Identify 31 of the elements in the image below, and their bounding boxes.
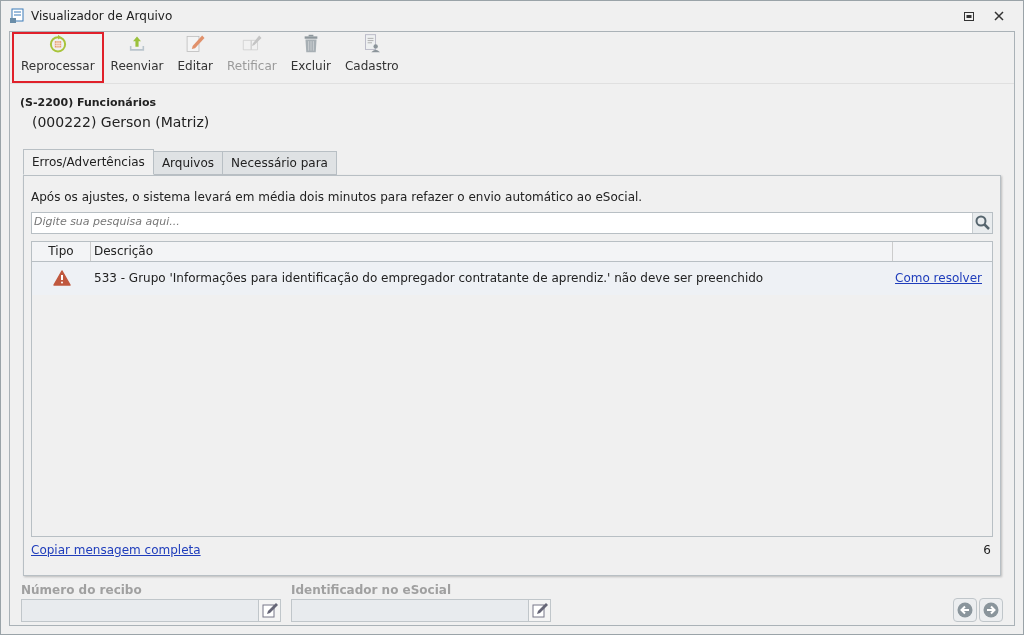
how-to-resolve-link[interactable]: Como resolver — [893, 269, 992, 287]
window-title: Visualizador de Arquivo — [31, 8, 173, 25]
previous-button[interactable] — [953, 597, 977, 622]
table-row[interactable]: 533 - Grupo 'Informações para identificação do empregador contratante de aprendiz.' não deve ser preenchido Como resolver — [32, 261, 992, 295]
edit-icon — [261, 602, 278, 618]
search-button[interactable] — [972, 212, 992, 233]
tab[interactable]: Arquivos — [152, 150, 224, 175]
close-icon — [994, 11, 1004, 21]
copy-message-link[interactable]: Copiar mensagem completa — [31, 540, 201, 559]
app-icon — [9, 8, 25, 24]
tab[interactable]: Erros/Advertências — [23, 148, 154, 175]
restore-icon — [964, 11, 974, 21]
next-button[interactable] — [979, 597, 1003, 622]
toolbar-button[interactable]: Reprocessar — [12, 32, 104, 83]
event-title: (S-2200) Funcionários — [20, 95, 158, 111]
edit-icon — [531, 602, 548, 618]
row-description: 533 - Grupo 'Informações para identificação do empregador contratante de aprendiz.' não deve ser preenchido — [93, 270, 765, 287]
search-icon — [975, 215, 990, 230]
field-label: Número do recibo — [21, 581, 143, 599]
toolbar-button[interactable]: Excluir — [283, 32, 338, 83]
column-header: Descrição — [91, 241, 893, 261]
notice-text: Após os ajustes, o sistema levará em média dois minutos para refazer o envio automático ao eSocial. — [31, 188, 644, 206]
column-header: Tipo — [32, 241, 91, 261]
field-label: Identificador no eSocial — [291, 581, 453, 599]
employee-name: (000222) Gerson (Matriz) — [31, 112, 211, 132]
message-count: 6 — [983, 541, 992, 559]
toolbar-button[interactable]: Reenviar — [103, 32, 171, 83]
toolbar-button[interactable]: Editar — [170, 32, 221, 83]
toolbar-button[interactable]: Cadastro — [338, 32, 406, 83]
warning-icon — [52, 270, 71, 286]
tab[interactable]: Necessário para — [222, 150, 337, 175]
